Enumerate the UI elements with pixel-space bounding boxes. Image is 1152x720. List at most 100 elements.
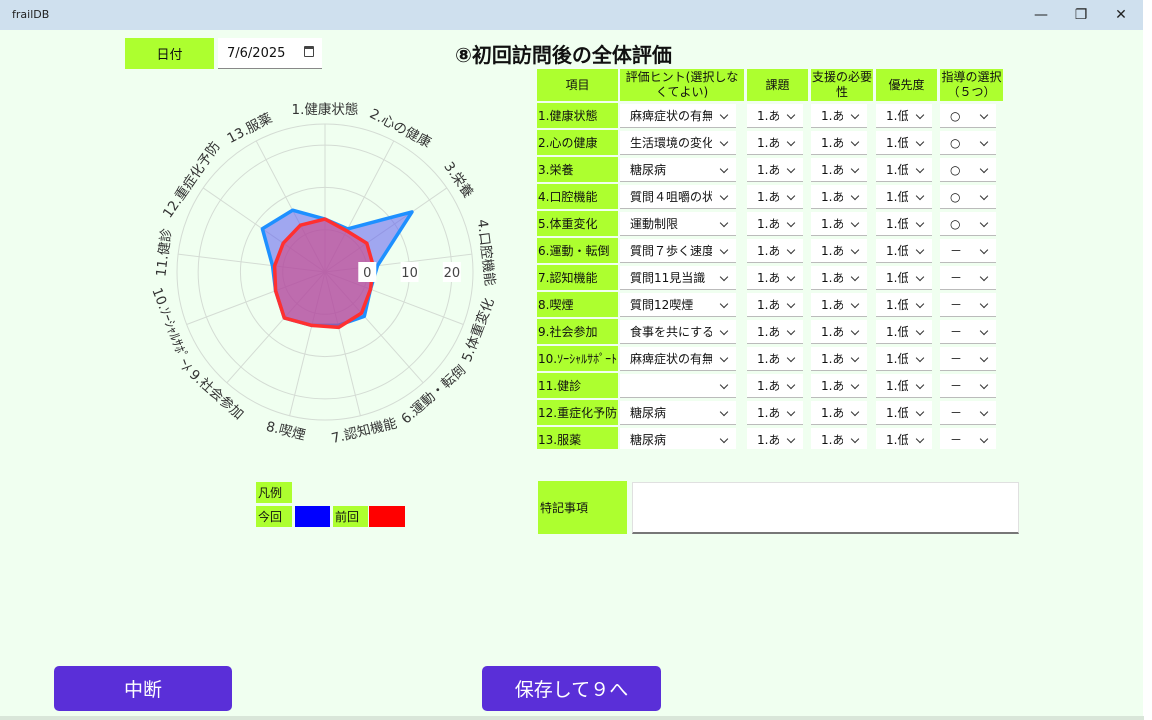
hint-select[interactable]: 質問７歩く速度 bbox=[620, 239, 736, 263]
guidance-select[interactable]: － bbox=[940, 239, 996, 263]
guidance-select[interactable]: － bbox=[940, 374, 996, 398]
issue-select[interactable]: 1.あ bbox=[747, 401, 803, 425]
guidance-select[interactable]: ○ bbox=[940, 212, 996, 236]
guidance-value: ○ bbox=[950, 162, 961, 177]
priority-select[interactable]: 1.低 bbox=[876, 347, 932, 371]
issue-select[interactable]: 1.あ bbox=[747, 239, 803, 263]
chevron-down-icon bbox=[915, 137, 925, 147]
issue-select[interactable]: 1.あ bbox=[747, 185, 803, 209]
chevron-down-icon bbox=[719, 191, 729, 201]
hint-select[interactable]: 質問４咀嚼の状 bbox=[620, 185, 736, 209]
guidance-value: － bbox=[950, 406, 963, 420]
hint-select[interactable]: 糖尿病 bbox=[620, 401, 736, 425]
support-need-select[interactable]: 1.あ bbox=[811, 104, 867, 128]
issue-select[interactable]: 1.あ bbox=[747, 266, 803, 290]
priority-value: 1.低 bbox=[886, 190, 908, 204]
hint-select[interactable]: 質問11見当識 bbox=[620, 266, 736, 290]
chevron-down-icon bbox=[719, 434, 729, 444]
guidance-select[interactable]: － bbox=[940, 266, 996, 290]
issue-select[interactable]: 1.あ bbox=[747, 320, 803, 344]
issue-value: 1.あ bbox=[757, 244, 779, 258]
save-next-button[interactable]: 保存して９へ bbox=[482, 666, 661, 711]
hint-select[interactable]: 運動制限 bbox=[620, 212, 736, 236]
guidance-select[interactable]: ○ bbox=[940, 131, 996, 155]
hint-select[interactable]: 質問12喫煙 bbox=[620, 293, 736, 317]
priority-select[interactable]: 1.低 bbox=[876, 374, 932, 398]
guidance-select[interactable]: ○ bbox=[940, 158, 996, 182]
remarks-input[interactable] bbox=[632, 482, 1019, 534]
issue-value: 1.あ bbox=[757, 163, 779, 177]
support-need-select[interactable]: 1.あ bbox=[811, 239, 867, 263]
issue-select[interactable]: 1.あ bbox=[747, 212, 803, 236]
row-label: 9.社会参加 bbox=[537, 319, 618, 344]
priority-select[interactable]: 1.低 bbox=[876, 239, 932, 263]
support-need-select[interactable]: 1.あ bbox=[811, 320, 867, 344]
guidance-select[interactable]: ○ bbox=[940, 185, 996, 209]
hint-select[interactable] bbox=[620, 374, 736, 398]
hint-select[interactable]: 食事を共にする人 bbox=[620, 320, 736, 344]
priority-select[interactable]: 1.低 bbox=[876, 185, 932, 209]
guidance-select[interactable]: － bbox=[940, 320, 996, 344]
radar-axis-label: 13.服薬 bbox=[225, 110, 275, 147]
row-label: 5.体重変化 bbox=[537, 211, 618, 236]
maximize-icon[interactable]: ❐ bbox=[1061, 0, 1101, 30]
priority-select[interactable]: 1.低 bbox=[876, 428, 932, 449]
hint-select[interactable]: 生活環境の変化 bbox=[620, 131, 736, 155]
issue-select[interactable]: 1.あ bbox=[747, 374, 803, 398]
guidance-select[interactable]: － bbox=[940, 428, 996, 449]
radar-chart: 0 10 20 1.健康状態 2.心の健康3.栄養4.口腔機能5.体重変化6.運動・転… bbox=[148, 101, 497, 447]
support-need-select[interactable]: 1.あ bbox=[811, 131, 867, 155]
chevron-down-icon bbox=[979, 137, 989, 147]
priority-select[interactable]: 1.低 bbox=[876, 104, 932, 128]
support-need-select[interactable]: 1.あ bbox=[811, 185, 867, 209]
issue-select[interactable]: 1.あ bbox=[747, 104, 803, 128]
priority-select[interactable]: 1.低 bbox=[876, 320, 932, 344]
issue-value: 1.あ bbox=[757, 406, 779, 420]
support-need-select[interactable]: 1.あ bbox=[811, 347, 867, 371]
issue-select[interactable]: 1.あ bbox=[747, 131, 803, 155]
priority-select[interactable]: 1.低 bbox=[876, 266, 932, 290]
title-bar: frailDB — ❐ ✕ bbox=[0, 0, 1144, 30]
priority-select[interactable]: 1.低 bbox=[876, 293, 932, 317]
support-need-select[interactable]: 1.あ bbox=[811, 428, 867, 449]
chevron-down-icon bbox=[979, 110, 989, 120]
pause-button[interactable]: 中断 bbox=[54, 666, 232, 711]
priority-value: 1.低 bbox=[886, 109, 908, 123]
chevron-down-icon bbox=[979, 299, 989, 309]
support-need-select[interactable]: 1.あ bbox=[811, 212, 867, 236]
hint-select[interactable]: 糖尿病 bbox=[620, 158, 736, 182]
hint-select[interactable]: 糖尿病 bbox=[620, 428, 736, 449]
support-need-select[interactable]: 1.あ bbox=[811, 158, 867, 182]
chevron-down-icon bbox=[850, 380, 860, 390]
hint-select[interactable]: 麻痺症状の有無 bbox=[620, 104, 736, 128]
chevron-down-icon bbox=[850, 137, 860, 147]
priority-value: 1.低 bbox=[886, 163, 908, 177]
issue-value: 1.あ bbox=[757, 433, 779, 447]
guidance-select[interactable]: － bbox=[940, 401, 996, 425]
guidance-select[interactable]: － bbox=[940, 347, 996, 371]
guidance-select[interactable]: － bbox=[940, 293, 996, 317]
support-need-select[interactable]: 1.あ bbox=[811, 374, 867, 398]
chevron-down-icon bbox=[850, 110, 860, 120]
support-need-select[interactable]: 1.あ bbox=[811, 293, 867, 317]
close-icon[interactable]: ✕ bbox=[1101, 0, 1141, 30]
guidance-select[interactable]: ○ bbox=[940, 104, 996, 128]
priority-select[interactable]: 1.低 bbox=[876, 158, 932, 182]
issue-select[interactable]: 1.あ bbox=[747, 293, 803, 317]
priority-value: 1.低 bbox=[886, 298, 908, 312]
hint-select[interactable]: 麻痺症状の有無 bbox=[620, 347, 736, 371]
issue-value: 1.あ bbox=[757, 379, 779, 393]
priority-select[interactable]: 1.低 bbox=[876, 401, 932, 425]
priority-select[interactable]: 1.低 bbox=[876, 212, 932, 236]
minimize-icon[interactable]: — bbox=[1021, 0, 1061, 30]
calendar-icon[interactable] bbox=[304, 46, 314, 57]
issue-select[interactable]: 1.あ bbox=[747, 428, 803, 449]
remarks-label: 特記事項 bbox=[538, 481, 627, 534]
support-need-select[interactable]: 1.あ bbox=[811, 266, 867, 290]
chevron-down-icon bbox=[915, 110, 925, 120]
priority-select[interactable]: 1.低 bbox=[876, 131, 932, 155]
issue-select[interactable]: 1.あ bbox=[747, 347, 803, 371]
issue-select[interactable]: 1.あ bbox=[747, 158, 803, 182]
chevron-down-icon bbox=[915, 245, 925, 255]
support-need-select[interactable]: 1.あ bbox=[811, 401, 867, 425]
